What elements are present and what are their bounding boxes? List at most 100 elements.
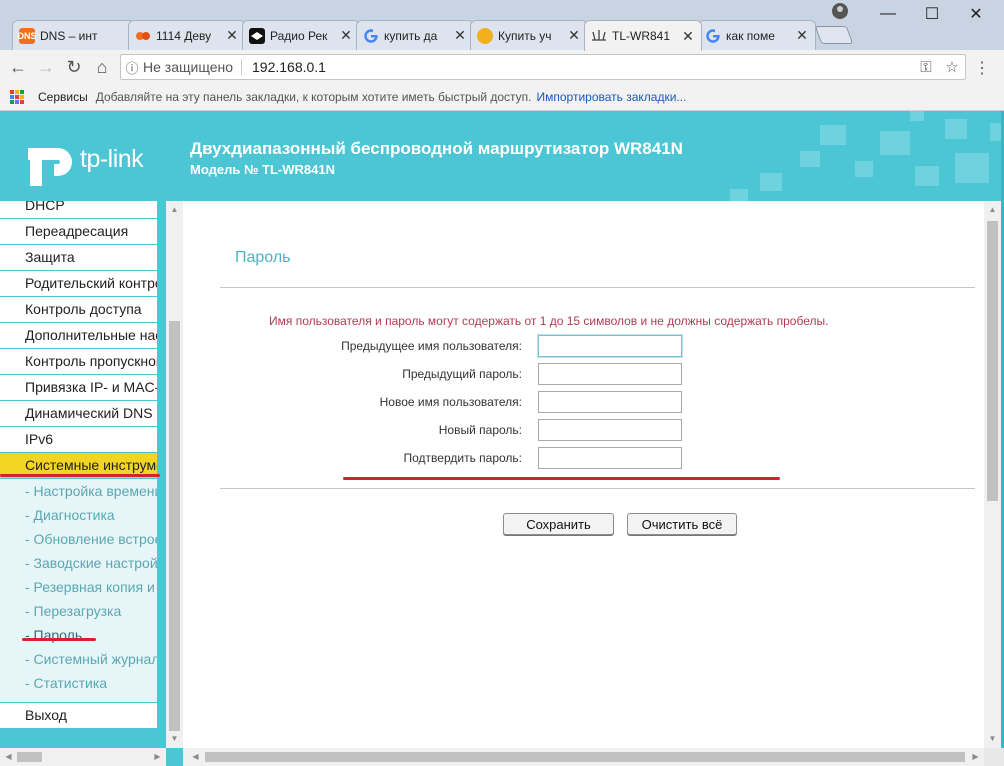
menu-dots-icon[interactable]: ⋮	[974, 58, 990, 78]
menu-item-dynamic-dns[interactable]: Динамический DNS	[0, 401, 157, 427]
new-username-input[interactable]	[538, 391, 682, 413]
header-decoration	[955, 153, 989, 183]
scrollbar-thumb[interactable]	[17, 752, 42, 762]
menu-item-dhcp[interactable]: DHCP	[0, 201, 157, 219]
header-decoration	[945, 119, 967, 139]
menu-item-parental-control[interactable]: Родительский контроль	[0, 271, 157, 297]
submenu-item-backup-restore[interactable]: - Резервная копия и восстановление	[0, 575, 157, 599]
tab-title: как поме	[726, 28, 775, 43]
info-icon[interactable]: ⓘ	[121, 58, 143, 77]
header-decoration	[880, 131, 910, 155]
confirm-password-input[interactable]	[538, 447, 682, 469]
profile-icon[interactable]	[832, 3, 848, 19]
forward-icon[interactable]: →	[34, 55, 58, 79]
browser-tab[interactable]: купить да ✕	[356, 20, 474, 50]
sidebar-horizontal-scrollbar[interactable]: ◀ ▶	[0, 748, 166, 766]
tab-title: 1114 Деву	[156, 28, 212, 43]
import-bookmarks-link[interactable]: Импортировать закладки...	[537, 90, 687, 104]
menu-item-ipv6[interactable]: IPv6	[0, 427, 157, 453]
submenu-item-password[interactable]: - Пароль	[0, 623, 157, 647]
scroll-right-arrow-icon[interactable]: ▶	[149, 752, 166, 761]
browser-tab[interactable]: 1114 Деву ✕	[128, 20, 246, 50]
browser-tab[interactable]: Купить уч ✕	[470, 20, 588, 50]
tab-close-icon[interactable]: ✕	[453, 27, 467, 44]
main-scrollbar[interactable]: ▲ ▼	[984, 201, 1001, 748]
main-horizontal-scrollbar[interactable]: ◀ ▶	[183, 748, 984, 766]
scrollbar-thumb[interactable]	[169, 321, 180, 731]
header-decoration	[915, 166, 939, 186]
scrollbar-thumb[interactable]	[987, 221, 998, 501]
submenu-item-diagnostics[interactable]: - Диагностика	[0, 503, 157, 527]
menu-item-ip-mac-binding[interactable]: Привязка IP- и MAC-адресов	[0, 375, 157, 401]
star-icon[interactable]: ☆	[939, 58, 965, 76]
scroll-left-arrow-icon[interactable]: ◀	[187, 752, 204, 761]
form-row-old-password: Предыдущий пароль:	[183, 363, 984, 387]
page-title: Пароль	[235, 249, 291, 266]
old-password-input[interactable]	[538, 363, 682, 385]
old-username-input[interactable]	[538, 335, 682, 357]
key-icon[interactable]: ⚿	[913, 59, 939, 76]
form-row-old-username: Предыдущее имя пользователя:	[183, 335, 984, 359]
minimize-icon[interactable]: —	[870, 2, 906, 26]
tab-close-icon[interactable]: ✕	[567, 27, 581, 44]
maximize-icon[interactable]: ☐	[914, 2, 950, 26]
close-window-icon[interactable]: ✕	[958, 2, 994, 26]
old-username-label: Предыдущее имя пользователя:	[341, 339, 522, 353]
browser-tab-strip: DNS DNS – инт ✕ 1114 Деву ✕ Радио Рек ✕ …	[0, 0, 1004, 51]
tab-title: TL-WR841	[612, 29, 671, 43]
reload-icon[interactable]: ↻	[62, 55, 86, 79]
scroll-down-arrow-icon[interactable]: ▼	[166, 734, 183, 743]
clear-all-button[interactable]: Очистить всё	[627, 513, 737, 535]
new-tab-button[interactable]	[814, 26, 854, 44]
services-link[interactable]: Сервисы	[38, 90, 88, 104]
menu-item-exit[interactable]: Выход	[0, 703, 157, 729]
menu-item-access-control[interactable]: Контроль доступа	[0, 297, 157, 323]
submenu-item-system-log[interactable]: - Системный журнал	[0, 647, 157, 671]
submenu-item-time-settings[interactable]: - Настройка времени	[0, 479, 157, 503]
browser-tab[interactable]: как поме ✕	[698, 20, 816, 50]
tab-title: купить да	[384, 28, 438, 43]
scroll-down-arrow-icon[interactable]: ▼	[984, 734, 1001, 743]
menu-item-advanced-routing[interactable]: Дополнительные настройки маршрутизации	[0, 323, 157, 349]
scroll-up-arrow-icon[interactable]: ▲	[984, 205, 1001, 214]
new-password-input[interactable]	[538, 419, 682, 441]
old-password-label: Предыдущий пароль:	[402, 367, 522, 381]
submenu-item-reboot[interactable]: - Перезагрузка	[0, 599, 157, 623]
logo-text: tp-link	[80, 144, 144, 173]
apps-grid-icon[interactable]	[10, 90, 24, 104]
back-icon[interactable]: ←	[6, 55, 30, 79]
submenu-item-statistics[interactable]: - Статистика	[0, 671, 157, 695]
home-icon[interactable]: ⌂	[90, 55, 114, 79]
form-row-confirm-password: Подтвердить пароль:	[183, 447, 984, 471]
url-text[interactable]: 192.168.0.1	[252, 59, 913, 75]
tab-title: DNS – инт	[40, 28, 98, 43]
header-decoration	[730, 189, 748, 201]
browser-tab[interactable]: Радио Рек ✕	[242, 20, 360, 50]
tab-close-icon[interactable]: ✕	[225, 27, 239, 44]
browser-toolbar: ← → ↻ ⌂ ⓘ Не защищено 192.168.0.1 ⚿ ☆ ⋮	[0, 50, 1004, 84]
scroll-left-arrow-icon[interactable]: ◀	[0, 752, 17, 761]
sidebar-scrollbar[interactable]: ▲ ▼	[166, 201, 183, 748]
divider	[220, 488, 975, 489]
tab-close-icon[interactable]: ✕	[795, 27, 809, 44]
menu-item-security[interactable]: Защита	[0, 245, 157, 271]
sidebar-menu: DHCP Переадресация Защита Родительский к…	[0, 201, 166, 748]
submenu-item-factory-defaults[interactable]: - Заводские настройки	[0, 551, 157, 575]
scrollbar-thumb[interactable]	[205, 752, 965, 762]
tp-link-logo: tp-link	[24, 136, 144, 186]
menu-item-forwarding[interactable]: Переадресация	[0, 219, 157, 245]
save-button[interactable]: Сохранить	[503, 513, 614, 535]
scrollbar-corner	[166, 748, 183, 766]
scroll-up-arrow-icon[interactable]: ▲	[166, 205, 183, 214]
tab-close-icon[interactable]: ✕	[339, 27, 353, 44]
submenu-item-firmware-upgrade[interactable]: - Обновление встроенного ПО	[0, 527, 157, 551]
scroll-right-arrow-icon[interactable]: ▶	[967, 752, 984, 761]
browser-tab-active[interactable]: TL-WR841 ✕	[584, 20, 702, 51]
router-favicon-icon	[591, 28, 607, 44]
shop-favicon-icon	[477, 27, 493, 44]
dots-favicon-icon	[135, 28, 151, 44]
tab-close-icon[interactable]: ✕	[681, 28, 695, 45]
menu-item-bandwidth-control[interactable]: Контроль пропускной способности	[0, 349, 157, 375]
address-bar[interactable]: ⓘ Не защищено 192.168.0.1 ⚿ ☆	[120, 54, 966, 80]
header-decoration	[800, 151, 820, 167]
